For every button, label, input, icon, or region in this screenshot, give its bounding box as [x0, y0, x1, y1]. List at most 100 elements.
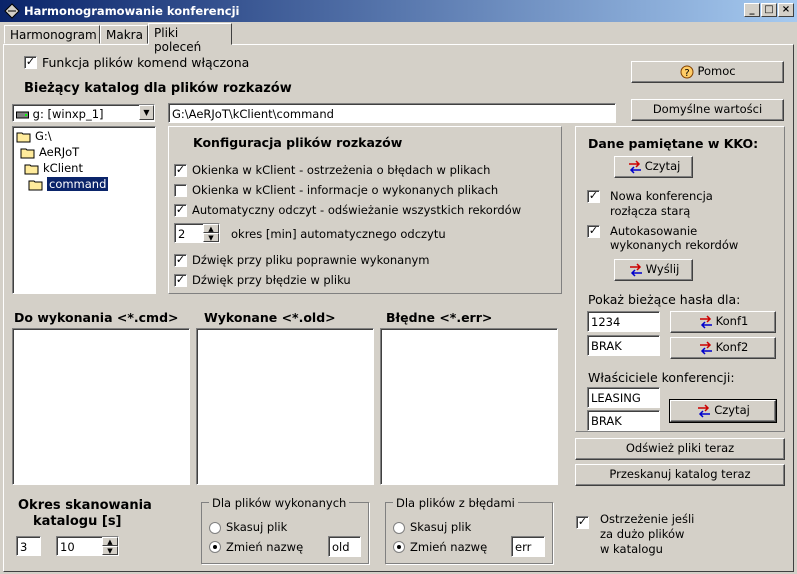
done-delete-radio[interactable] — [209, 522, 221, 534]
config-opt5-checkbox[interactable]: ✓ — [174, 274, 187, 287]
rescan-dir-button[interactable]: Przeskanuj katalog teraz — [575, 464, 785, 486]
todo-list-label: Do wykonania <*.cmd> — [14, 310, 179, 325]
config-opt2-label: Okienka w kClient - informacje o wykonan… — [192, 183, 499, 197]
warn-label-2: za dużo plików — [600, 527, 685, 541]
scan-label-1: Okres skanowania — [18, 498, 152, 513]
help-icon: ? — [680, 65, 694, 79]
new-conf-label-2: rozłącza starą — [610, 204, 691, 218]
done-rename-label: Zmień nazwę — [226, 540, 304, 554]
show-pw-label: Pokaż bieżące hasła dla: — [588, 292, 741, 307]
title-bar: Harmonogramowanie konferencji _ □ × — [0, 0, 797, 22]
spin-up-icon[interactable]: ▲ — [102, 537, 118, 546]
transfer-icon — [628, 159, 641, 174]
tree-item-command[interactable]: command — [28, 177, 155, 193]
folder-open-icon — [16, 132, 31, 142]
owners-label: Właściciele konferencji: — [588, 370, 735, 385]
config-opt4-label: Dźwięk przy pliku poprawnie wykonanym — [192, 253, 430, 267]
close-button[interactable]: × — [778, 3, 794, 17]
autodel-checkbox[interactable]: ✓ — [587, 225, 600, 238]
drive-value: g: [winxp_1] — [32, 107, 104, 121]
kko-title: Dane pamiętane w KKO: — [588, 136, 759, 151]
spin-up-icon[interactable]: ▲ — [203, 224, 219, 233]
pw2-field[interactable]: BRAK — [587, 335, 660, 356]
drive-icon — [16, 111, 29, 118]
err-rename-radio[interactable] — [393, 541, 405, 553]
enable-commands-checkbox[interactable]: ✓ — [24, 56, 37, 69]
current-dir-label: Bieżący katalog dla plików rozkazów — [24, 81, 292, 96]
done-group-title: Dla plików wykonanych — [209, 496, 350, 510]
done-rename-radio[interactable] — [209, 541, 221, 553]
tab-makra[interactable]: Makra — [100, 25, 148, 44]
folder-open-icon — [24, 164, 39, 174]
tree-label: command — [47, 177, 109, 191]
folder-open-icon — [20, 148, 35, 158]
config-opt1-checkbox[interactable]: ✓ — [174, 164, 187, 177]
path-input[interactable]: G:\AeRJoT\kClient\command — [168, 103, 616, 123]
tab-pliki-polecen[interactable]: Pliki poleceń — [148, 23, 232, 54]
owner-read-button[interactable]: Czytaj — [669, 399, 777, 423]
warn-label-3: w katalogu — [600, 542, 663, 556]
kko-read-label: Czytaj — [644, 159, 681, 173]
done-delete-label: Skasuj plik — [226, 520, 288, 534]
err-delete-radio[interactable] — [393, 522, 405, 534]
tree-item-kclient[interactable]: kClient — [24, 161, 83, 177]
autodel-label-1: Autokasowanie — [610, 224, 698, 238]
interval-spinner[interactable]: 2 ▲ ▼ — [174, 223, 220, 243]
tab-harmonogram[interactable]: Harmonogram — [4, 25, 100, 44]
err-delete-label: Skasuj plik — [410, 520, 472, 534]
config-opt5-label: Dźwięk przy błędzie w pliku — [192, 273, 351, 287]
new-conf-checkbox[interactable]: ✓ — [587, 190, 600, 203]
minimize-button[interactable]: _ — [744, 3, 760, 17]
owner2-field[interactable]: BRAK — [587, 410, 660, 431]
scan-period-spinner[interactable]: 10 ▲ ▼ — [56, 536, 119, 556]
warn-label-1: Ostrzeżenie jeśli — [600, 512, 695, 526]
defaults-button[interactable]: Domyślne wartości — [631, 99, 784, 121]
drive-select[interactable]: g: [winxp_1] ▼ — [12, 104, 155, 122]
pw1-field[interactable]: 1234 — [587, 311, 660, 332]
tree-item-root[interactable]: G:\ — [16, 129, 52, 145]
transfer-icon — [698, 403, 711, 418]
scan-min-field[interactable]: 3 — [16, 536, 41, 556]
config-opt1-label: Okienka w kClient - ostrzeżenia o błędac… — [192, 163, 491, 177]
help-label: Pomoc — [697, 64, 736, 78]
kko-send-button[interactable]: Wyślij — [614, 259, 693, 281]
err-ext-field[interactable]: err — [511, 536, 545, 557]
err-group-title: Dla plików z błędami — [393, 496, 518, 510]
config-opt3-label: Automatyczny odczyt - odświeżanie wszyst… — [192, 203, 522, 217]
konf2-label: Konf2 — [715, 340, 749, 354]
tree-item-aerjot[interactable]: AeRJoT — [20, 145, 79, 161]
konf1-label: Konf1 — [715, 314, 749, 328]
tree-label: AeRJoT — [39, 145, 80, 159]
autodel-label-2: wykonanych rekordów — [610, 238, 739, 252]
transfer-icon — [699, 340, 712, 355]
konf1-button[interactable]: Konf1 — [670, 311, 776, 333]
refresh-files-button[interactable]: Odśwież pliki teraz — [575, 438, 785, 460]
spin-down-icon[interactable]: ▼ — [203, 233, 219, 242]
err-list-label: Błędne <*.err> — [386, 310, 493, 325]
interval-value: 2 — [178, 227, 186, 241]
done-ext-field[interactable]: old — [328, 536, 361, 557]
directory-tree[interactable]: G:\ AeRJoT kClient command — [12, 126, 156, 294]
spin-down-icon[interactable]: ▼ — [102, 546, 118, 555]
config-opt2-checkbox[interactable] — [174, 184, 187, 197]
todo-list[interactable] — [12, 328, 190, 485]
interval-spin-buttons[interactable]: ▲ ▼ — [203, 224, 219, 242]
kko-read-button[interactable]: Czytaj — [614, 156, 693, 178]
warn-too-many-checkbox[interactable]: ✓ — [576, 516, 589, 529]
svg-text:?: ? — [685, 68, 690, 79]
config-opt3-checkbox[interactable]: ✓ — [174, 204, 187, 217]
konf2-button[interactable]: Konf2 — [670, 337, 776, 359]
config-opt4-checkbox[interactable]: ✓ — [174, 254, 187, 267]
help-button[interactable]: ? Pomoc — [631, 61, 784, 83]
interval-label: okres [min] automatycznego odczytu — [231, 227, 446, 241]
maximize-button[interactable]: □ — [761, 3, 777, 17]
owner-read-label: Czytaj — [714, 403, 750, 417]
chevron-down-icon[interactable]: ▼ — [139, 105, 154, 120]
err-list[interactable] — [380, 328, 558, 485]
scan-period-value: 10 — [60, 540, 75, 554]
scan-spin-buttons[interactable]: ▲ ▼ — [102, 537, 118, 555]
window-title: Harmonogramowanie konferencji — [24, 4, 240, 18]
done-list[interactable] — [196, 328, 374, 485]
scan-label-2: katalogu [s] — [33, 514, 122, 529]
owner1-field[interactable]: LEASING — [587, 387, 660, 408]
